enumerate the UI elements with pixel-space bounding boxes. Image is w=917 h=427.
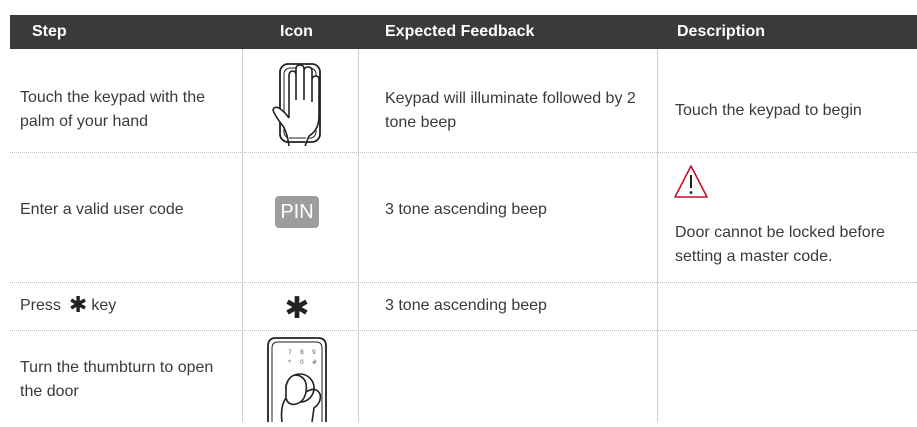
table-header: Step Icon Expected Feedback Description — [10, 15, 917, 49]
row3-step: Press ✱ key — [20, 294, 230, 318]
header-description: Description — [677, 23, 766, 40]
header-step: Step — [32, 23, 67, 40]
row1-description: Touch the keypad to begin — [675, 102, 862, 119]
svg-text:7: 7 — [288, 349, 292, 356]
row3-step-suffix: key — [91, 297, 117, 314]
header-feedback: Expected Feedback — [385, 23, 535, 40]
row2-step: Enter a valid user code — [20, 201, 184, 218]
svg-text:9: 9 — [312, 349, 316, 356]
svg-text:0: 0 — [300, 359, 304, 366]
row-divider — [10, 330, 917, 331]
star-key-symbol: ✱ — [68, 292, 88, 317]
row4-step: Turn the thumbturn to open the door — [20, 359, 214, 400]
instruction-table: Step Icon Expected Feedback Description … — [0, 0, 917, 423]
hand-turning-thumbturn-icon: 7 8 9 * 0 # — [258, 336, 340, 423]
row2-feedback: 3 tone ascending beep — [385, 201, 547, 218]
header-icon: Icon — [280, 23, 313, 40]
warning-icon — [673, 164, 709, 200]
row2-description: Door cannot be locked before setting a m… — [675, 224, 885, 265]
column-divider — [242, 49, 243, 422]
svg-text:8: 8 — [300, 349, 304, 356]
row3-step-prefix: Press — [20, 297, 61, 314]
palm-on-keypad-icon — [259, 60, 339, 147]
svg-text:*: * — [288, 359, 291, 366]
column-divider — [657, 49, 658, 422]
row1-step: Touch the keypad with the palm of your h… — [20, 89, 206, 130]
row-divider — [10, 282, 917, 283]
svg-text:#: # — [312, 359, 317, 366]
column-divider — [358, 49, 359, 422]
star-key-icon: ✱ — [284, 292, 310, 325]
pin-icon: PIN — [275, 196, 319, 228]
row-divider — [10, 152, 917, 153]
row3-feedback: 3 tone ascending beep — [385, 297, 547, 314]
row1-feedback: Keypad will illuminate followed by 2 ton… — [385, 90, 636, 131]
